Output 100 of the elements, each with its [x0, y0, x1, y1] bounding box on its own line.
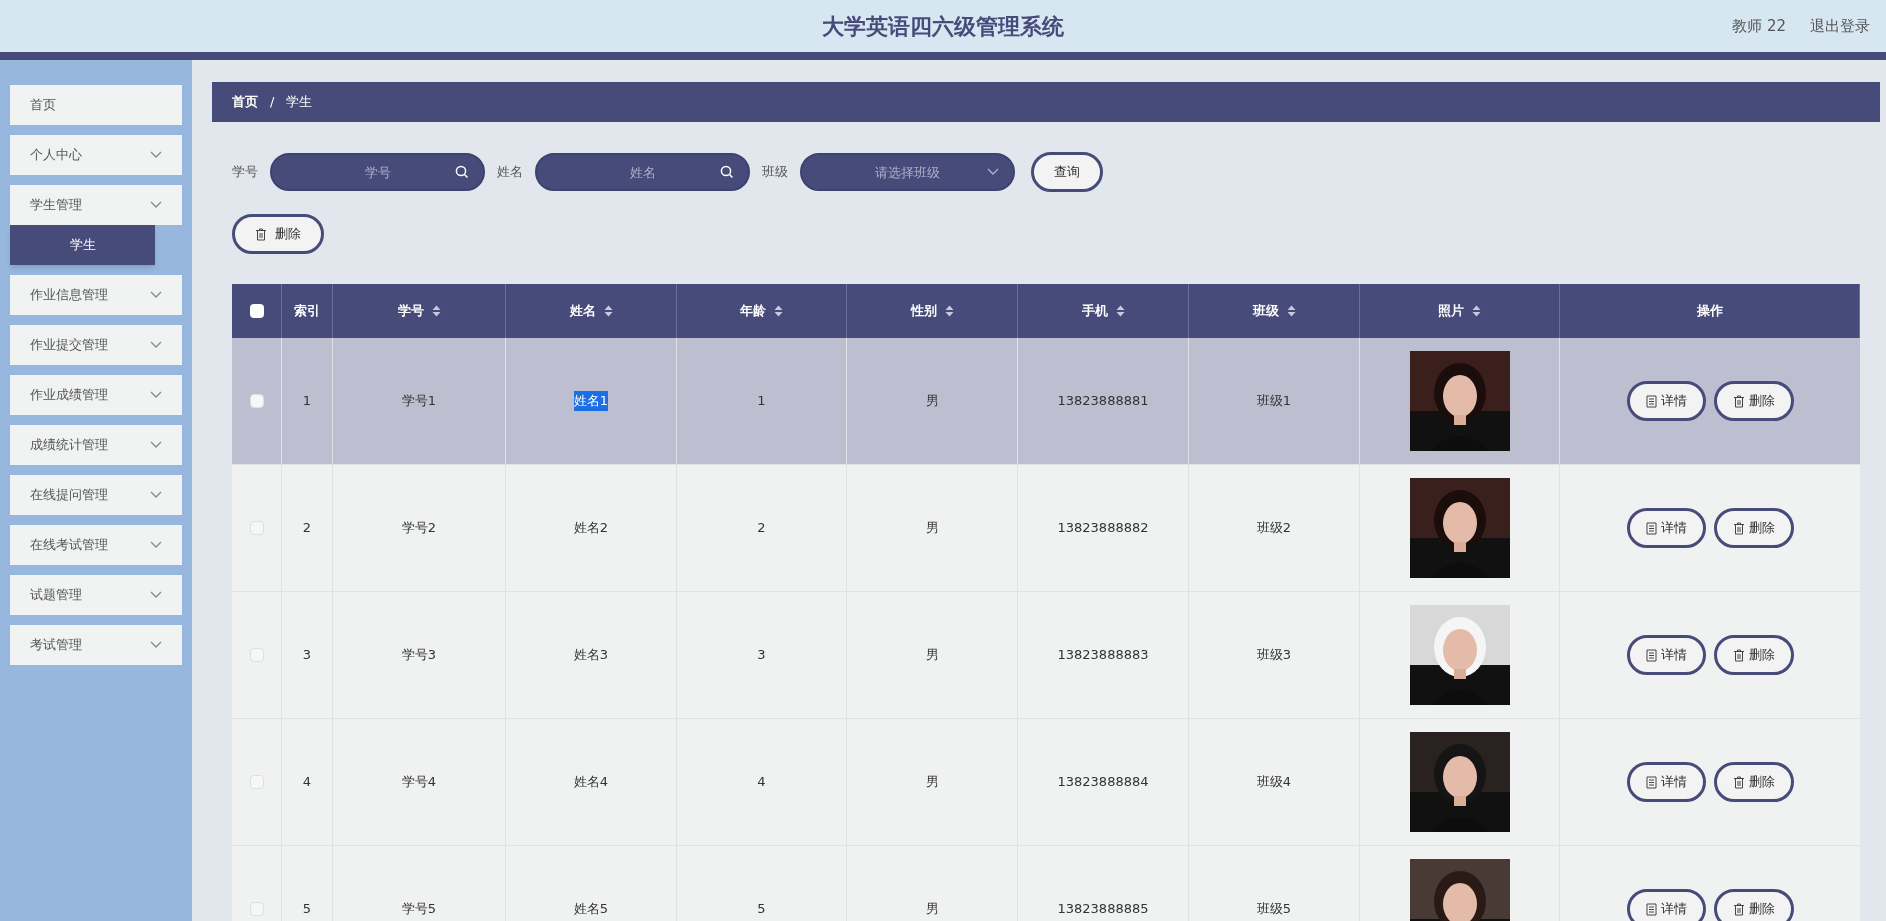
table-cell-text: 男 — [925, 900, 939, 919]
table-cell-text: 姓名4 — [573, 773, 609, 792]
details-button[interactable]: 详情 — [1626, 381, 1706, 421]
table-cell-text: 2 — [302, 519, 312, 538]
row-checkbox[interactable] — [249, 521, 264, 535]
table-cell-text: 班级3 — [1256, 646, 1292, 665]
details-button[interactable]: 详情 — [1626, 762, 1706, 802]
breadcrumb-item[interactable]: 首页 — [232, 92, 258, 112]
column-header[interactable]: 学号 — [397, 301, 424, 321]
table-cell-text: 1 — [757, 392, 766, 411]
column-header[interactable]: 姓名 — [569, 301, 596, 321]
trash-icon — [1732, 902, 1745, 916]
breadcrumb-item: 学生 — [286, 93, 313, 112]
class-select[interactable]: 请选择班级 — [800, 153, 1015, 191]
table-cell-text: 班级2 — [1256, 519, 1292, 538]
table-cell-text: 13823888885 — [1057, 900, 1149, 919]
table-cell-text: 学号5 — [401, 900, 437, 919]
table-cell-text: 姓名3 — [573, 646, 609, 665]
table-cell-text: 男 — [925, 519, 939, 538]
query-button[interactable]: 查询 — [1031, 152, 1103, 192]
trash-icon — [1732, 775, 1745, 789]
logout-link[interactable]: 退出登录 — [1810, 14, 1870, 38]
sidebar-subitem[interactable]: 学生 — [10, 225, 155, 265]
table-cell-text: 男 — [925, 773, 939, 792]
sidebar-item[interactable]: 学生管理 — [10, 185, 182, 225]
table-cell-text: 姓名5 — [573, 900, 609, 919]
column-header[interactable]: 年龄 — [740, 301, 766, 321]
sidebar-item[interactable]: 在线提问管理 — [10, 475, 182, 515]
sidebar-item[interactable]: 个人中心 — [10, 135, 182, 175]
details-button[interactable]: 详情 — [1626, 889, 1706, 921]
table-cell-text: 5 — [757, 900, 766, 919]
trash-icon — [255, 227, 267, 241]
delete-button[interactable]: 删除 — [232, 214, 324, 254]
table-cell-text: 5 — [302, 900, 312, 919]
sidebar-item[interactable]: 作业提交管理 — [10, 325, 182, 365]
details-button[interactable]: 详情 — [1626, 635, 1706, 675]
row-checkbox[interactable] — [249, 394, 264, 408]
delete-button[interactable]: 删除 — [1713, 508, 1794, 548]
column-header[interactable]: 手机 — [1081, 301, 1108, 321]
table-cell-text: 班级4 — [1256, 773, 1292, 792]
sidebar-item[interactable]: 在线考试管理 — [10, 525, 182, 565]
table-cell-text: 3 — [302, 646, 312, 665]
trash-icon — [1732, 394, 1745, 408]
sidebar-item[interactable]: 作业成绩管理 — [10, 375, 182, 415]
sidebar-item[interactable]: 首页 — [10, 85, 182, 125]
details-button[interactable]: 详情 — [1626, 508, 1706, 548]
sidebar-item[interactable]: 作业信息管理 — [10, 275, 182, 315]
field-label: 班级 — [762, 163, 788, 182]
table-cell-text: 4 — [302, 773, 312, 792]
delete-button[interactable]: 删除 — [1713, 381, 1794, 421]
sidebar-item[interactable]: 考试管理 — [10, 625, 182, 665]
delete-button[interactable]: 删除 — [1713, 762, 1794, 802]
table-row[interactable]: 5 学号5 姓名5 5 男 13823888885 班级5 详情 删除 — [232, 846, 1860, 921]
document-icon — [1645, 775, 1657, 789]
field-label: 学号 — [232, 163, 258, 182]
table-cell-text: 13823888882 — [1057, 519, 1149, 538]
column-header[interactable]: 性别 — [910, 301, 937, 321]
trash-icon — [1732, 521, 1745, 535]
table-row[interactable]: 2 学号2 姓名2 2 男 13823888882 班级2 详情 删除 — [232, 465, 1860, 592]
table-cell-text: 学号2 — [401, 519, 437, 538]
search-field[interactable]: 姓名 — [535, 153, 750, 191]
column-header: 索引 — [294, 302, 320, 321]
table-cell-text: 班级5 — [1256, 900, 1292, 919]
table-cell-text: 学号1 — [401, 392, 437, 411]
table-cell-text: 13823888881 — [1057, 392, 1149, 411]
table-cell-text: 1 — [302, 392, 312, 411]
delete-button[interactable]: 删除 — [1713, 635, 1794, 675]
document-icon — [1645, 648, 1657, 662]
table-cell-text: 男 — [925, 392, 939, 411]
table-row[interactable]: 1 学号1 姓名1 1 男 13823888881 班级1 详情 删除 — [232, 338, 1860, 465]
sidebar-item[interactable]: 试题管理 — [10, 575, 182, 615]
column-header[interactable]: 照片 — [1438, 301, 1464, 321]
delete-button[interactable]: 删除 — [1713, 889, 1794, 921]
search-icon — [455, 165, 469, 179]
table-cell-text: 3 — [757, 646, 766, 665]
column-header[interactable]: 班级 — [1252, 301, 1279, 321]
row-checkbox[interactable] — [249, 902, 264, 916]
search-icon — [720, 165, 734, 179]
table-cell-text: 学号4 — [401, 773, 437, 792]
select-all-checkbox[interactable] — [249, 304, 264, 318]
table-cell-text: 2 — [757, 519, 766, 538]
app-title: 大学英语四六级管理系统 — [822, 12, 1064, 41]
user-name: 教师 22 — [1732, 15, 1786, 37]
table-cell: 姓名1 — [573, 391, 609, 411]
document-icon — [1645, 521, 1657, 535]
search-field[interactable]: 学号 — [270, 153, 485, 191]
table-row[interactable]: 4 学号4 姓名4 4 男 13823888884 班级4 详情 删除 — [232, 719, 1860, 846]
trash-icon — [1732, 648, 1745, 662]
chevron-down-icon — [987, 168, 999, 176]
sidebar-item[interactable]: 成绩统计管理 — [10, 425, 182, 465]
breadcrumb-item: / — [270, 93, 275, 112]
table-cell-text: 姓名2 — [573, 519, 609, 538]
table-row[interactable]: 3 学号3 姓名3 3 男 13823888883 班级3 详情 删除 — [232, 592, 1860, 719]
column-header: 操作 — [1696, 302, 1723, 321]
table-cell-text: 学号3 — [401, 646, 437, 665]
row-checkbox[interactable] — [249, 648, 264, 662]
document-icon — [1645, 394, 1657, 408]
row-checkbox[interactable] — [249, 775, 264, 789]
document-icon — [1645, 902, 1657, 916]
table-cell-text: 班级1 — [1256, 392, 1292, 411]
